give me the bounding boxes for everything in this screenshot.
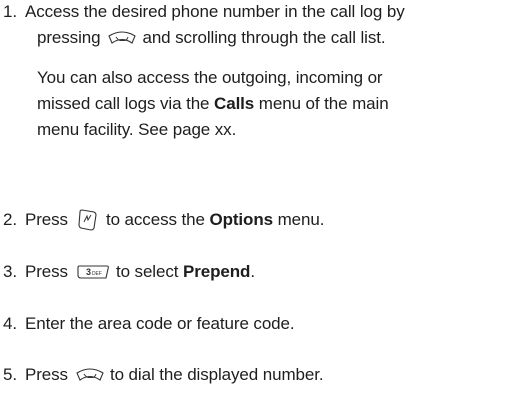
step-number: 3. — [3, 262, 17, 281]
step-1-note: You can also access the outgoing, incomi… — [3, 66, 389, 142]
prepend-label: Prepend — [183, 262, 251, 281]
step-number: 1. — [3, 2, 17, 21]
note-text: You can also access the outgoing, incomi… — [37, 68, 383, 87]
calls-menu-label: Calls — [214, 94, 255, 113]
step-number: 2. — [3, 210, 17, 229]
svg-text:3: 3 — [86, 267, 91, 277]
step-text: and scrolling through the call list. — [142, 28, 386, 47]
step-text: Press — [24, 210, 68, 229]
note-text: missed call logs via the — [37, 94, 210, 113]
step-5: 5. Press to dial the displayed number. — [3, 363, 324, 387]
step-number: 4. — [3, 314, 17, 333]
step-text: . — [250, 262, 255, 281]
options-menu-label: Options — [209, 210, 273, 229]
step-text: menu. — [277, 210, 325, 229]
menu-key-icon — [76, 208, 100, 232]
step-2: 2. Press to access the Options menu. — [3, 208, 324, 232]
step-text: to access the — [105, 210, 205, 229]
note-text: menu facility. See page xx. — [37, 120, 237, 139]
step-text: Press — [24, 262, 68, 281]
step-number: 5. — [3, 365, 17, 384]
step-text: Enter the area code or feature code. — [24, 314, 295, 333]
step-4: 4. Enter the area code or feature code. — [3, 312, 295, 336]
3-def-key-icon: 3 DEF — [76, 263, 110, 281]
step-text: Access the desired phone number in the c… — [24, 2, 405, 21]
note-text: menu of the main — [258, 94, 389, 113]
step-text: to dial the displayed number. — [109, 365, 324, 384]
send-key-icon — [76, 367, 104, 383]
svg-text:DEF: DEF — [92, 271, 102, 277]
step-text: pressing — [37, 28, 101, 47]
send-key-icon — [108, 30, 137, 46]
step-text: Press — [24, 365, 68, 384]
step-1: 1. Access the desired phone number in th… — [3, 0, 405, 50]
step-3: 3. Press 3 DEF to select Prepend. — [3, 260, 255, 284]
step-text: to select — [115, 262, 179, 281]
